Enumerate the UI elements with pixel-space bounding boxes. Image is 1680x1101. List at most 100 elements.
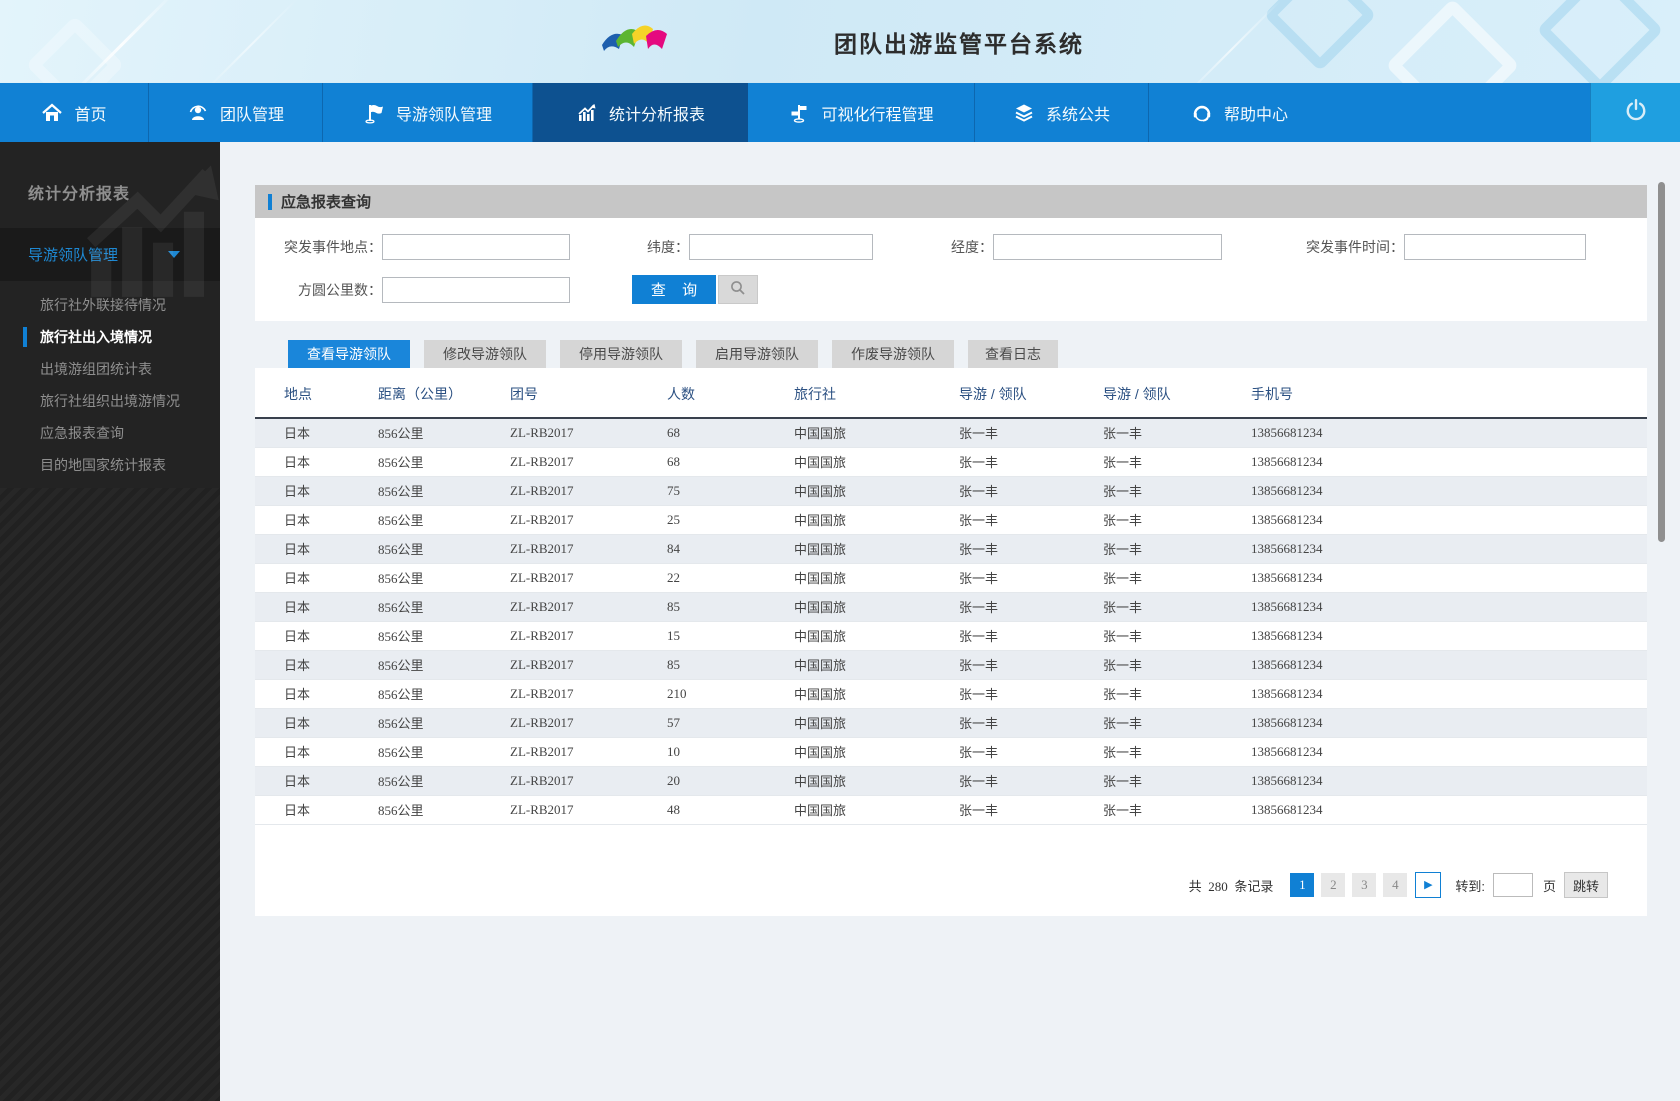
nav-item-home[interactable]: 首页	[0, 83, 149, 142]
tab-edit-guides[interactable]: 修改导游领队	[424, 340, 546, 368]
incident-time-input[interactable]	[1404, 234, 1586, 260]
sidebar-item-agency-liaison[interactable]: 旅行社外联接待情况	[0, 289, 220, 321]
table-cell: 75	[667, 482, 680, 498]
search-button[interactable]: 查 询	[632, 275, 716, 304]
table-cell: 中国国旅	[794, 513, 847, 528]
header-decoration	[1180, 0, 1282, 83]
jump-button[interactable]: 跳转	[1564, 872, 1608, 898]
column-header-agency: 旅行社	[780, 368, 945, 419]
table-cell: 中国国旅	[794, 484, 847, 499]
page-unit-label: 页	[1542, 878, 1556, 894]
table-cell: 张一丰	[1103, 484, 1143, 499]
radius-km-input[interactable]	[382, 276, 570, 303]
main-nav: 首页 团队管理 导游领队管理 统计分析报表 可视化行程管理 系统公共 帮助中心	[0, 83, 1680, 142]
header-decoration	[204, 0, 298, 83]
table-cell: 张一丰	[1103, 774, 1143, 789]
table-cell: 13856681234	[1251, 569, 1323, 585]
table-cell: ZL-RB2017	[510, 656, 574, 672]
page-button-1[interactable]: 1	[1290, 873, 1315, 897]
column-header-distance: 距离（公里）	[364, 368, 496, 419]
table-row: 日本 856公里 ZL-RB2017 10 中国国旅 张一丰 张一丰 13856681234	[255, 737, 1647, 766]
table-cell: 856公里	[378, 629, 424, 644]
latitude-input[interactable]	[689, 234, 873, 260]
sidebar-item-agency-outbound[interactable]: 旅行社组织出境游情况	[0, 385, 220, 417]
table-row: 日本 856公里 ZL-RB2017 68 中国国旅 张一丰 张一丰 13856681234	[255, 418, 1647, 447]
table-cell: 日本	[284, 745, 311, 760]
table-cell: 13856681234	[1251, 598, 1323, 614]
tab-disable-guides[interactable]: 停用导游领队	[560, 340, 682, 368]
page-button-3[interactable]: 3	[1352, 873, 1377, 897]
tab-view-guides[interactable]: 查看导游领队	[288, 340, 410, 368]
sidebar-stripes-decoration	[0, 488, 220, 1101]
nav-item-help-center[interactable]: 帮助中心	[1149, 83, 1330, 142]
logout-button[interactable]	[1590, 83, 1680, 142]
table-cell: 856公里	[378, 658, 424, 673]
table-cell: 日本	[284, 629, 311, 644]
table-row: 日本 856公里 ZL-RB2017 22 中国国旅 张一丰 张一丰 13856681234	[255, 563, 1647, 592]
nav-item-system-public[interactable]: 系统公共	[975, 83, 1149, 142]
records-total: 共 280 条记录	[1189, 876, 1274, 895]
table-cell: 张一丰	[1103, 426, 1143, 442]
table-cell: 张一丰	[1103, 542, 1143, 557]
power-icon	[1623, 97, 1649, 128]
chart-icon	[576, 102, 598, 124]
table-cell: 张一丰	[1103, 803, 1143, 818]
table-cell: 张一丰	[1103, 745, 1143, 760]
table-cell: 中国国旅	[794, 542, 847, 557]
column-header-guide-1: 导游 / 领队	[945, 368, 1089, 419]
longitude-input[interactable]	[993, 234, 1222, 260]
nav-item-guide-mgmt[interactable]: 导游领队管理	[323, 83, 533, 142]
sidebar: 统计分析报表 导游领队管理 旅行社外联接待情况 旅行社出入境情况 出境游组团统计…	[0, 142, 220, 1101]
results-table: 地点 距离（公里） 团号 人数 旅行社 导游 / 领队 导游 / 领队 手机号 …	[255, 368, 1647, 825]
page-button-2[interactable]: 2	[1321, 873, 1346, 897]
nav-item-stats-reports[interactable]: 统计分析报表	[533, 83, 748, 142]
table-cell: ZL-RB2017	[510, 482, 574, 498]
nav-item-label: 首页	[74, 106, 107, 124]
table-cell: 856公里	[378, 484, 424, 499]
column-header-people: 人数	[653, 368, 780, 419]
nav-item-team-mgmt[interactable]: 团队管理	[149, 83, 323, 142]
table-cell: 13856681234	[1251, 656, 1323, 672]
tab-view-logs[interactable]: 查看日志	[968, 340, 1058, 368]
tab-enable-guides[interactable]: 启用导游领队	[696, 340, 818, 368]
table-cell: ZL-RB2017	[510, 743, 574, 759]
table-cell: 856公里	[378, 687, 424, 702]
records-total-prefix: 共	[1188, 878, 1202, 894]
sidebar-item-destination-stats[interactable]: 目的地国家统计报表	[0, 449, 220, 481]
table-cell: 13856681234	[1251, 424, 1323, 440]
table-cell: 张一丰	[959, 716, 999, 731]
column-header-group-no: 团号	[496, 368, 653, 419]
table-cell: 中国国旅	[794, 716, 847, 731]
incident-location-input[interactable]	[382, 234, 570, 260]
goto-page-input[interactable]	[1492, 873, 1533, 897]
table-cell: 中国国旅	[794, 600, 847, 615]
query-form: 突发事件地点： 纬度： 经度： 突发事件时间： 方圆公里数： 查 询	[255, 234, 1647, 321]
magnifier-button[interactable]	[718, 275, 758, 304]
table-cell: ZL-RB2017	[510, 540, 574, 556]
table-cell: 张一丰	[959, 745, 999, 760]
table-cell: 856公里	[378, 803, 424, 818]
scrollbar[interactable]	[1658, 182, 1665, 542]
records-total-count: 280	[1208, 878, 1228, 894]
incident-location-label: 突发事件地点：	[284, 239, 382, 255]
tab-void-guides[interactable]: 作废导游领队	[832, 340, 954, 368]
table-cell: ZL-RB2017	[510, 569, 574, 585]
table-cell: 中国国旅	[794, 745, 847, 760]
table-cell: 856公里	[378, 426, 424, 442]
records-total-suffix: 条记录	[1234, 878, 1274, 894]
sidebar-item-outbound-group-stats[interactable]: 出境游组团统计表	[0, 353, 220, 385]
page-button-4[interactable]: 4	[1383, 873, 1408, 897]
table-cell: 中国国旅	[794, 774, 847, 789]
table-cell: 10	[667, 743, 680, 759]
sidebar-item-emergency-report[interactable]: 应急报表查询	[0, 417, 220, 449]
sidebar-item-entry-exit[interactable]: 旅行社出入境情况	[0, 321, 220, 353]
page-root: 团队出游监管平台系统 首页 团队管理 导游领队管理 统计分析报表 可视化行程管理…	[0, 0, 1680, 1101]
column-header-guide-2: 导游 / 领队	[1089, 368, 1237, 419]
table-cell: 中国国旅	[794, 426, 847, 442]
table-cell: 85	[667, 656, 680, 672]
table-cell: 中国国旅	[794, 658, 847, 673]
table-cell: 张一丰	[959, 542, 999, 557]
next-page-button[interactable]: ▶	[1415, 872, 1442, 898]
nav-item-visual-itinerary[interactable]: 可视化行程管理	[748, 83, 975, 142]
action-tabs: 查看导游领队 修改导游领队 停用导游领队 启用导游领队 作废导游领队 查看日志	[288, 340, 1072, 368]
